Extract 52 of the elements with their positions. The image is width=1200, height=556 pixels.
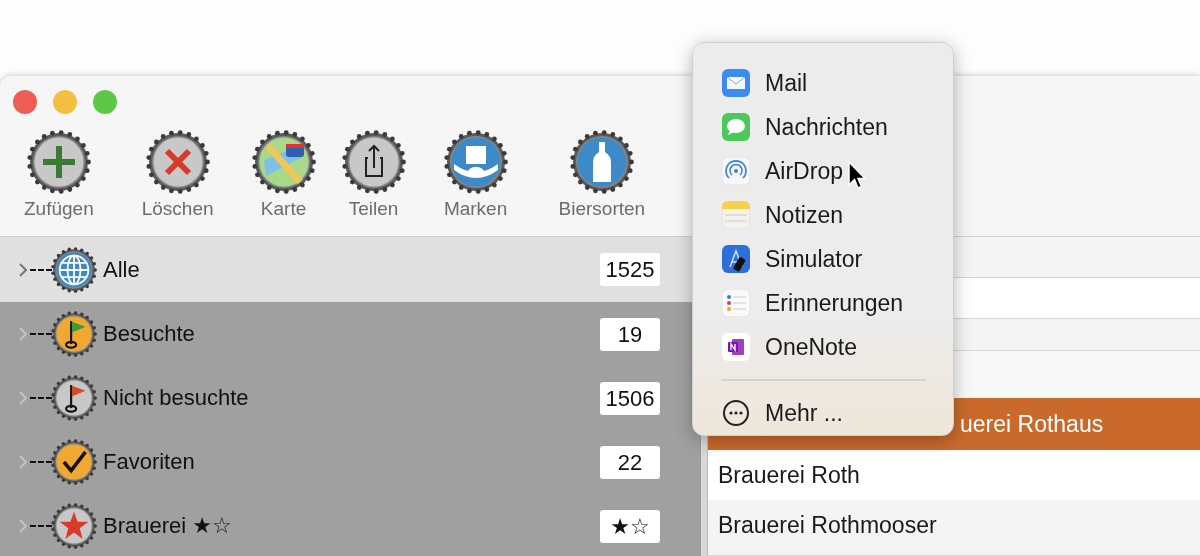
sidebar-label: Nicht besuchte bbox=[103, 385, 250, 411]
count-badge: 1506 bbox=[600, 381, 660, 415]
map-icon bbox=[251, 130, 316, 194]
delete-icon bbox=[145, 130, 210, 194]
share-icon bbox=[341, 130, 406, 194]
globe-icon bbox=[51, 246, 97, 293]
notepad-icon bbox=[722, 201, 750, 229]
brewery-name: Brauerei Roth bbox=[718, 461, 860, 489]
speech-bubble-icon bbox=[722, 113, 750, 141]
pointer-icon bbox=[847, 161, 867, 191]
sidebar-item[interactable]: Brauerei ★☆ ★☆ bbox=[0, 494, 700, 556]
sidebar-label: Alle bbox=[103, 256, 141, 283]
checklist-icon bbox=[722, 289, 750, 317]
chevron-icon bbox=[18, 390, 28, 406]
toolbar-button[interactable]: Marken bbox=[435, 128, 516, 220]
count-badge: 19 bbox=[600, 317, 660, 351]
count-badge: 1525 bbox=[600, 253, 660, 286]
toolbar-button[interactable]: Zufügen bbox=[16, 128, 102, 220]
menu-item[interactable]: Notizen bbox=[693, 193, 953, 237]
menu-item[interactable]: Mail bbox=[693, 61, 953, 105]
count-badge: ★☆ bbox=[600, 509, 660, 543]
count-badge: 22 bbox=[600, 445, 660, 479]
sidebar-label: Brauerei ★☆ bbox=[103, 513, 233, 539]
plus-icon bbox=[26, 130, 91, 194]
flag-icon bbox=[51, 311, 97, 357]
toolbar-button[interactable]: Teilen bbox=[333, 128, 414, 220]
bottle-icon bbox=[569, 130, 634, 194]
brewery-name: uerei Rothaus bbox=[960, 410, 1104, 438]
flag-icon bbox=[51, 375, 97, 421]
airdrop-icon bbox=[722, 157, 750, 185]
sidebar-label: Besuchte bbox=[103, 321, 196, 347]
app-store-phone-icon bbox=[722, 245, 750, 273]
envelope-icon bbox=[722, 69, 750, 97]
chevron-icon bbox=[18, 261, 28, 278]
more-icon bbox=[722, 399, 750, 427]
zoom-button[interactable] bbox=[93, 90, 117, 114]
minimize-button[interactable] bbox=[53, 90, 77, 114]
notebook-icon bbox=[722, 333, 750, 361]
chevron-icon bbox=[18, 326, 28, 342]
menu-item[interactable]: Nachrichten bbox=[693, 105, 953, 149]
brand-emblem-icon bbox=[443, 130, 508, 194]
brewery-name: Brauerei Rothmooser bbox=[718, 511, 937, 539]
checkmark-icon bbox=[51, 439, 97, 485]
toolbar-button[interactable]: Löschen bbox=[133, 128, 222, 220]
table-row[interactable]: Brauerei Rothmooser bbox=[708, 500, 1200, 550]
toolbar-button[interactable]: Karte bbox=[243, 128, 324, 220]
close-button[interactable] bbox=[13, 90, 37, 114]
sidebar-label: Favoriten bbox=[103, 449, 196, 475]
menu-item[interactable]: AirDrop bbox=[693, 149, 953, 193]
toolbar-button[interactable]: Biersorten bbox=[550, 128, 654, 220]
chevron-icon bbox=[18, 454, 28, 470]
chevron-icon bbox=[18, 518, 28, 534]
